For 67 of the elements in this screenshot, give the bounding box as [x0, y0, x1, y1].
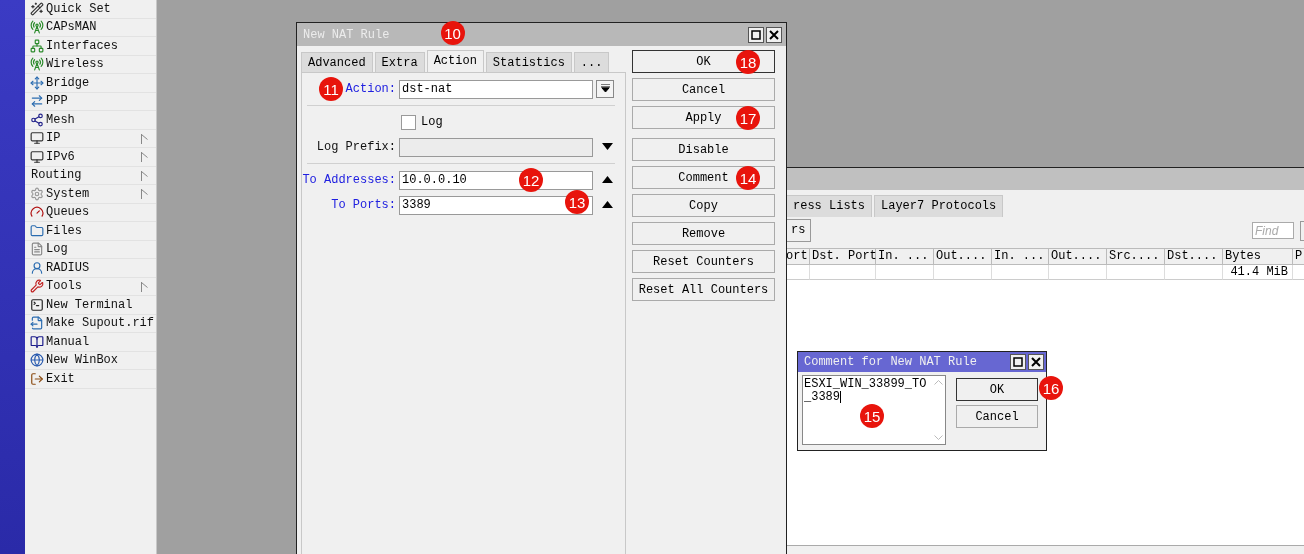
menu-item[interactable]: System [25, 185, 156, 204]
dialog-button[interactable]: OK 18 [632, 50, 775, 73]
number-badge: 18 [736, 50, 760, 74]
menu-item[interactable]: Files [25, 222, 156, 241]
column-header[interactable]: ort [786, 248, 810, 265]
tab[interactable]: Action [426, 50, 484, 72]
menu-item[interactable]: Interfaces [25, 37, 156, 56]
menu-item[interactable]: RADIUS [25, 259, 156, 278]
menu-item[interactable]: Queues [25, 203, 156, 222]
dialog-button[interactable]: OK [956, 378, 1038, 401]
menu-item[interactable]: Wireless [25, 55, 156, 74]
menu-item[interactable]: Tools [25, 277, 156, 296]
tab[interactable]: ress Lists [786, 195, 872, 217]
menu-item[interactable]: Exit [25, 370, 156, 389]
column-header[interactable]: P [1293, 248, 1304, 265]
number-badge: 17 [736, 106, 760, 130]
field-label: To Ports: [331, 198, 397, 212]
menu-item[interactable]: Bridge [25, 74, 156, 93]
dialog-button[interactable]: Reset All Counters [632, 278, 775, 301]
column-header[interactable]: Out.... [1049, 248, 1107, 265]
tab[interactable]: Statistics [485, 52, 572, 72]
dialog-button[interactable]: Comment 14 [632, 166, 775, 189]
number-badge: 13 [565, 190, 589, 214]
number-badge: 14 [736, 166, 760, 190]
column-header[interactable]: Dst. Port [810, 248, 876, 265]
number-badge: 12 [519, 168, 543, 192]
number-badge: 16 [1039, 376, 1063, 400]
column-header[interactable]: Dst.... [1165, 248, 1223, 265]
window-title: Comment for New NAT Rule [804, 355, 977, 369]
menu-item[interactable]: Log [25, 240, 156, 259]
tab[interactable]: ... [573, 52, 610, 72]
tab[interactable]: Layer7 Protocols [874, 195, 1004, 217]
menu-item[interactable]: IP [25, 129, 156, 148]
menu-item[interactable]: New WinBox [25, 351, 156, 370]
menu-item[interactable]: PPP [25, 92, 156, 111]
dialog-button[interactable]: Disable [632, 138, 775, 161]
menu-item[interactable]: Routing [25, 166, 156, 185]
checkbox-label: Log [421, 115, 443, 129]
dialog-button[interactable]: Apply 17 [632, 106, 775, 129]
dialog-button[interactable]: Remove [632, 222, 775, 245]
menu-item[interactable]: IPv6 [25, 148, 156, 167]
field-label: To Addresses: [302, 173, 397, 187]
column-header[interactable]: In. ... [876, 248, 934, 265]
menu-item[interactable]: CAPsMAN [25, 18, 156, 37]
menu-item[interactable]: Quick Set [25, 0, 156, 19]
dialog-button[interactable]: Reset Counters [632, 250, 775, 273]
tab[interactable]: Advanced [301, 52, 373, 72]
toolbar-button[interactable]: rs [786, 219, 812, 242]
menu-item[interactable]: Make Supout.rif [25, 314, 156, 333]
field-label: Action: [345, 82, 397, 96]
column-header[interactable]: In. ... [992, 248, 1049, 265]
menu-item[interactable]: New Terminal [25, 296, 156, 315]
dialog-button[interactable]: Cancel [956, 405, 1038, 428]
action-dropdown[interactable]: dst-nat [399, 79, 593, 99]
column-header[interactable]: Bytes [1223, 248, 1293, 265]
tab[interactable]: Extra [374, 52, 425, 72]
menu-item[interactable]: Manual [25, 333, 156, 352]
field-label: Log Prefix: [316, 140, 397, 154]
dialog-button[interactable]: Cancel [632, 78, 775, 101]
menu-item[interactable]: Mesh [25, 111, 156, 130]
dialog-button[interactable]: Copy [632, 194, 775, 217]
find-field[interactable]: Find [1252, 222, 1294, 239]
number-badge: 11 [319, 77, 343, 101]
table-cell: 41.4 MiB [1223, 265, 1293, 280]
column-header[interactable]: Src.... [1107, 248, 1165, 265]
number-badge: 15 [860, 404, 884, 428]
column-header[interactable]: Out.... [934, 248, 992, 265]
